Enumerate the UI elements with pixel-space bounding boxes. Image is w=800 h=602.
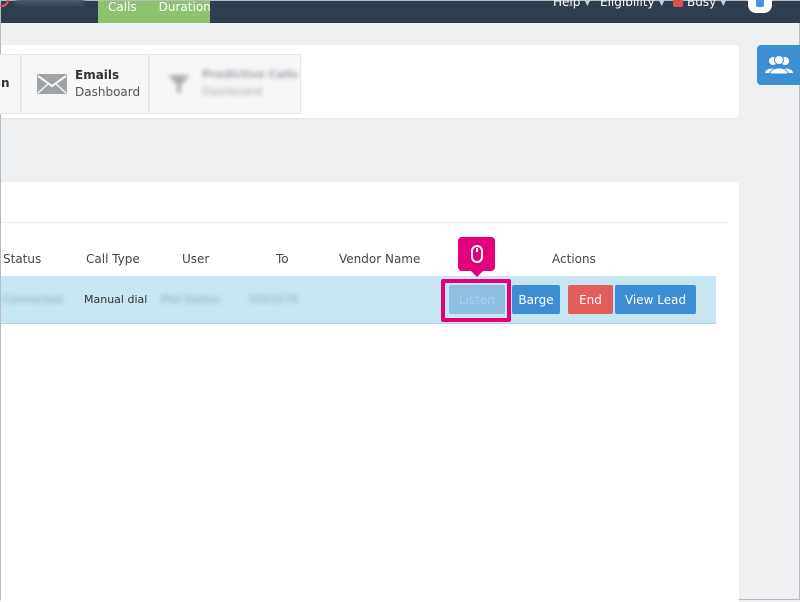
kpi-tab-calls[interactable]: Calls (98, 1, 137, 13)
status-menu[interactable]: Busy ▼ (673, 0, 738, 9)
status-label: Busy (687, 0, 717, 9)
call-type-cell: Manual dial (84, 293, 148, 306)
kpi-tab-duration[interactable]: Duration (137, 1, 211, 13)
status-indicator-icon (673, 0, 683, 7)
envelope-icon (37, 74, 67, 94)
dashboard-shortcuts-card: n Emails Dashboard Predictive Calls Dash… (0, 45, 739, 118)
top-navbar: Calls Duration Help ▼ Eligibility ▼ Busy… (0, 0, 800, 23)
logo-icon[interactable] (0, 0, 9, 7)
barge-button[interactable]: Barge (512, 285, 560, 314)
column-header-to[interactable]: To (276, 252, 289, 266)
dashboard-item-partial[interactable]: n (0, 54, 21, 114)
eligibility-menu[interactable]: Eligibility ▼ (600, 0, 677, 9)
end-call-button[interactable]: End (568, 285, 613, 314)
users-icon (765, 55, 793, 75)
click-indicator (458, 237, 495, 277)
help-menu[interactable]: Help ▼ (553, 0, 603, 9)
emails-subtitle: Dashboard (75, 85, 141, 99)
predictive-dashboard-link[interactable]: Predictive Calls Dashboard (149, 54, 301, 114)
call-user-cell: Phil Dalton (161, 293, 221, 306)
help-label: Help (553, 0, 581, 9)
click-highlight (441, 279, 511, 322)
funnel-icon (168, 75, 190, 93)
logo-text (15, 0, 85, 5)
emails-title: Emails (75, 68, 120, 82)
chevron-down-icon: ▼ (720, 0, 727, 7)
profile-button[interactable] (748, 0, 772, 13)
predictive-subtitle: Dashboard (202, 85, 262, 98)
column-header-actions: Actions (552, 252, 596, 266)
column-header-status[interactable]: Status (3, 252, 41, 266)
column-header-vendor-name[interactable]: Vendor Name (339, 252, 420, 266)
mouse-icon (470, 245, 483, 263)
dashboard-item-title: n (1, 76, 10, 90)
chevron-down-icon: ▼ (584, 0, 591, 7)
predictive-title: Predictive Calls (202, 68, 299, 81)
view-lead-button[interactable]: View Lead (615, 285, 696, 314)
live-calls-card: Status Call Type User To Vendor Name Act… (1, 182, 739, 602)
emails-dashboard-link[interactable]: Emails Dashboard (21, 54, 149, 114)
column-header-call-type[interactable]: Call Type (86, 252, 140, 266)
eligibility-label: Eligibility (600, 0, 655, 9)
call-to-cell: 5553270 (249, 293, 298, 306)
users-panel-button[interactable] (757, 45, 800, 85)
chevron-down-icon: ▼ (658, 0, 665, 7)
card-divider (1, 222, 729, 223)
column-header-user[interactable]: User (182, 252, 209, 266)
kpi-tabs: Calls Duration (98, 1, 211, 23)
call-status-cell: Connected (3, 293, 63, 306)
table-row[interactable]: Connected Manual dial Phil Dalton 555327… (1, 276, 716, 324)
